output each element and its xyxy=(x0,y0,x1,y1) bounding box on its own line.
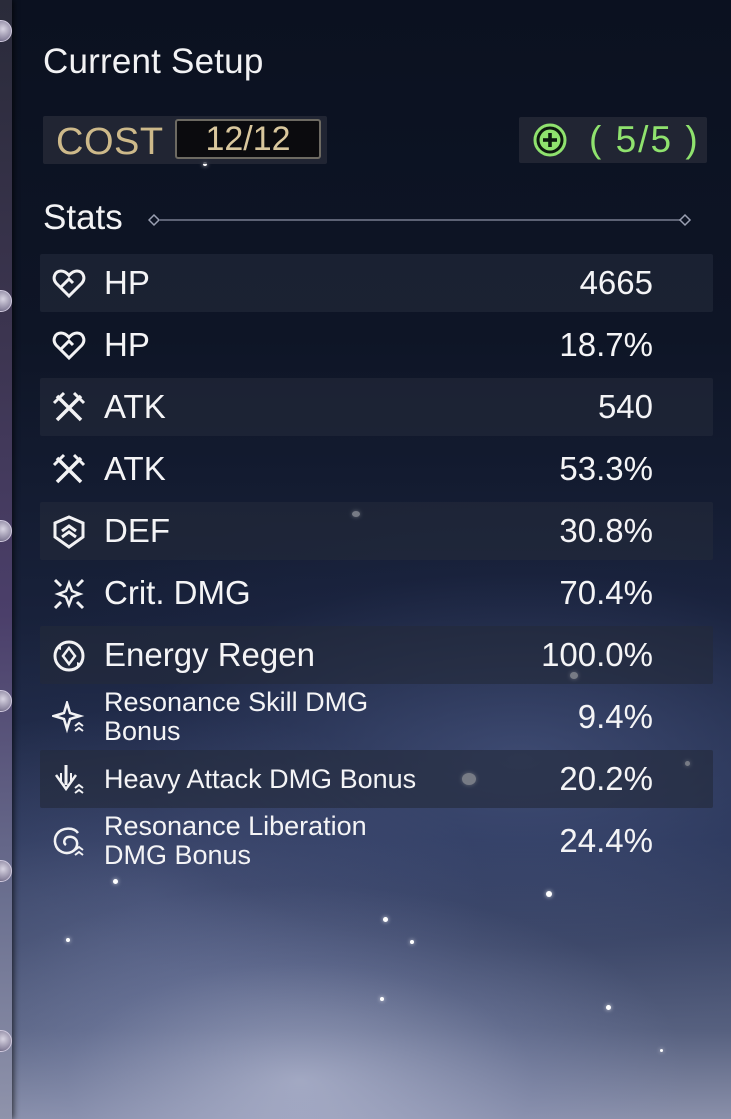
stat-value: 9.4% xyxy=(577,698,653,735)
stat-row-atk-percent: ATK 53.3% xyxy=(40,440,713,498)
atk-icon xyxy=(52,453,86,484)
page-title: Current Setup xyxy=(43,42,264,81)
stat-value: 70.4% xyxy=(559,574,653,611)
stat-value: 540 xyxy=(597,388,653,425)
stat-name: HP xyxy=(104,264,150,301)
stat-value: 24.4% xyxy=(559,822,653,859)
character-list-edge xyxy=(0,0,12,1119)
avatar-edge xyxy=(0,520,12,542)
stat-name: ATK xyxy=(104,388,166,425)
stat-name: Crit. DMG xyxy=(104,574,251,611)
stat-value: 4665 xyxy=(579,264,653,301)
cost-label: COST xyxy=(56,121,164,163)
stat-row-heavy-attack: Heavy Attack DMG Bonus 20.2% xyxy=(40,750,713,808)
sonata-set-panel[interactable]: ( 5/5 ) xyxy=(519,117,707,163)
stat-value: 100.0% xyxy=(541,636,653,673)
avatar-edge xyxy=(0,20,12,42)
background-star xyxy=(380,997,384,1001)
stat-row-def: DEF 30.8% xyxy=(40,502,713,560)
background-star xyxy=(66,938,70,942)
cost-value: 12/12 xyxy=(175,119,321,159)
energy-regen-icon xyxy=(53,640,85,672)
crit-dmg-icon xyxy=(53,578,85,610)
stat-name: HP xyxy=(104,326,150,363)
hp-icon xyxy=(52,269,86,299)
stat-value: 30.8% xyxy=(559,512,653,549)
background-star xyxy=(546,891,552,897)
stat-name: Energy Regen xyxy=(104,636,315,673)
stats-heading: Stats xyxy=(43,198,123,237)
stat-name: Heavy Attack DMG Bonus xyxy=(104,763,417,794)
heavy-attack-icon xyxy=(54,765,84,794)
stat-row-resonance-liberation: Resonance Liberation DMG Bonus 24.4% xyxy=(40,812,713,870)
stat-name: Resonance Liberation DMG Bonus xyxy=(104,811,367,870)
stat-value: 53.3% xyxy=(559,450,653,487)
avatar-edge xyxy=(0,690,12,712)
background-star xyxy=(606,1005,611,1010)
atk-icon xyxy=(52,391,86,422)
avatar-edge xyxy=(0,860,12,882)
stat-name: Resonance Skill DMG Bonus xyxy=(104,687,369,746)
background-star xyxy=(113,879,118,884)
stat-name: DEF xyxy=(104,512,170,549)
stat-value: 20.2% xyxy=(559,760,653,797)
background-star xyxy=(660,1049,663,1052)
sonata-count: ( 5/5 ) xyxy=(589,119,700,160)
stat-row-energy-regen: Energy Regen 100.0% xyxy=(40,626,713,684)
stat-row-hp-percent: HP 18.7% xyxy=(40,316,713,374)
stat-row-crit-dmg: Crit. DMG 70.4% xyxy=(40,564,713,622)
def-icon xyxy=(53,515,85,549)
background-star xyxy=(383,917,388,922)
hp-icon xyxy=(52,331,86,361)
avatar-edge xyxy=(0,1030,12,1052)
resonance-skill-icon xyxy=(52,701,85,734)
avatar-edge xyxy=(0,290,12,312)
stat-name: ATK xyxy=(104,450,166,487)
sonata-plus-icon xyxy=(533,123,567,157)
background-star xyxy=(410,940,414,944)
stat-row-atk-flat: ATK 540 xyxy=(40,378,713,436)
stat-value: 18.7% xyxy=(559,326,653,363)
cost-panel: COST 12/12 xyxy=(43,116,327,164)
resonance-liberation-icon xyxy=(53,827,84,856)
stat-row-hp-flat: HP 4665 xyxy=(40,254,713,312)
stats-divider xyxy=(148,213,692,227)
stat-row-resonance-skill: Resonance Skill DMG Bonus 9.4% xyxy=(40,688,713,746)
